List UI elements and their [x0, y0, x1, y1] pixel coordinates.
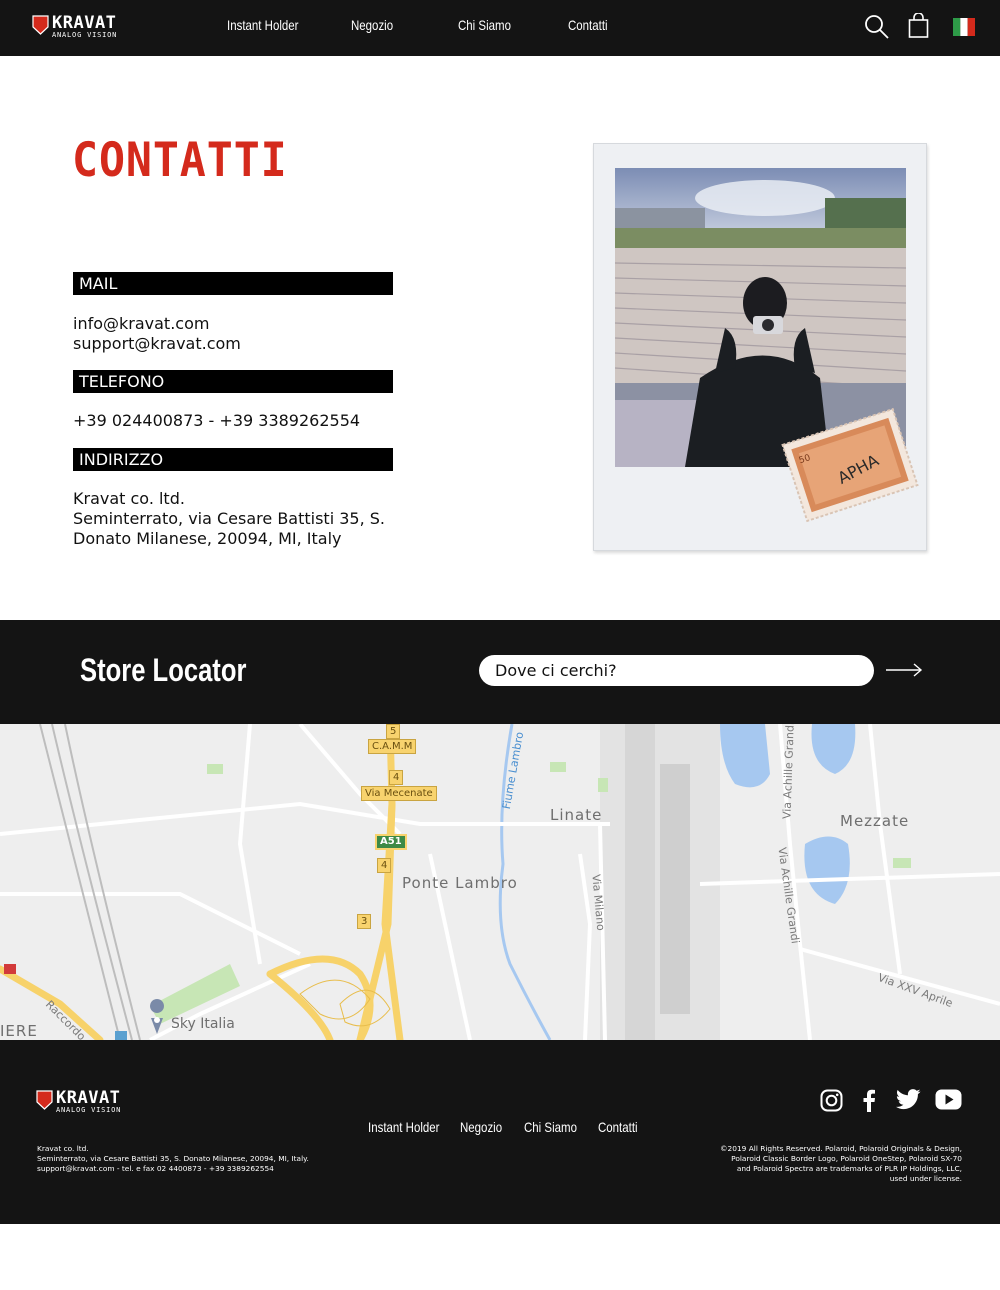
footer-legal: ©2019 All Rights Reserved. Polaroid, Pol…	[720, 1144, 962, 1184]
header-logo[interactable]: KRAVAT ANALOG VISION	[32, 15, 117, 40]
mail-address-support[interactable]: support@kravat.com	[73, 334, 241, 354]
youtube-icon[interactable]	[935, 1089, 962, 1110]
address-block: Kravat co. ltd. Seminterrato, via Cesare…	[73, 489, 385, 549]
footer-legal-line: Polaroid Classic Border Logo, Polaroid O…	[731, 1154, 962, 1163]
map-shield: 3	[357, 914, 372, 929]
map-shield: Via Mecenate	[361, 786, 437, 801]
nav-chi-siamo[interactable]: Chi Siamo	[458, 17, 511, 33]
polaroid-photo: 50 APHA	[593, 143, 927, 551]
map-place-mezzate: Mezzate	[840, 812, 910, 830]
store-locator-title: Store Locator	[80, 652, 247, 688]
site-header: KRAVAT ANALOG VISION Instant Holder Nego…	[0, 0, 1000, 56]
phone-label: TELEFONO	[73, 370, 393, 393]
address-line: Donato Milanese, 20094, MI, Italy	[73, 529, 342, 548]
map-shield: 4	[389, 770, 404, 785]
instagram-icon[interactable]	[820, 1089, 843, 1112]
nav-contatti[interactable]: Contatti	[568, 17, 608, 33]
mail-address-info[interactable]: info@kravat.com	[73, 314, 241, 334]
twitter-icon[interactable]	[896, 1089, 921, 1110]
store-map[interactable]: Linate Mezzate Ponte Lambro Sky Italia F…	[0, 724, 1000, 1040]
map-lake	[811, 724, 856, 774]
store-search-input[interactable]	[479, 655, 874, 686]
map-shield: 4	[377, 858, 392, 873]
map-place-sky-italia[interactable]: Sky Italia	[171, 1016, 235, 1032]
kravat-shield-icon	[32, 15, 49, 35]
footer-nav-contatti[interactable]: Contatti	[598, 1119, 638, 1135]
map-lake	[720, 724, 770, 788]
footer-legal-line: and Polaroid Spectra are trademarks of P…	[736, 1164, 962, 1173]
map-lake	[804, 836, 850, 904]
footer-company-info: Kravat co. ltd. Seminterrato, via Cesare…	[37, 1144, 309, 1174]
address-line: Seminterrato, via Cesare Battisti 35, S.	[73, 509, 386, 528]
logo-brand: KRAVAT	[52, 13, 117, 33]
map-shield: 5	[386, 724, 401, 739]
address-label: INDIRIZZO	[73, 448, 393, 471]
footer-company-line: Kravat co. ltd.	[37, 1144, 89, 1153]
map-place-ponte-lambro: Ponte Lambro	[402, 874, 518, 892]
map-place-linate: Linate	[550, 806, 603, 824]
footer-legal-line: used under license.	[889, 1174, 962, 1183]
logo-brand: KRAVAT	[56, 1088, 121, 1108]
footer-nav-negozio[interactable]: Negozio	[460, 1119, 502, 1135]
italian-flag-icon[interactable]	[953, 18, 975, 36]
footer-company-line: support@kravat.com - tel. e fax 02 44008…	[37, 1164, 274, 1173]
footer-logo[interactable]: KRAVAT ANALOG VISION	[36, 1090, 121, 1115]
map-shield-highway: A51	[375, 834, 407, 850]
map-shield: C.A.M.M	[368, 739, 417, 754]
footer-legal-line: ©2019 All Rights Reserved. Polaroid, Pol…	[720, 1144, 962, 1153]
mail-label: MAIL	[73, 272, 393, 295]
logo-tagline: ANALOG VISION	[52, 31, 118, 39]
nav-negozio[interactable]: Negozio	[351, 17, 393, 33]
phone-number[interactable]: +39 024400873 - +39 3389262554	[73, 411, 360, 431]
page-title: CONTATTI	[72, 133, 288, 188]
footer-company-line: Seminterrato, via Cesare Battisti 35, S.…	[37, 1154, 309, 1163]
mail-info: info@kravat.com support@kravat.com	[73, 314, 241, 354]
map-edge-label: IERE	[0, 1022, 38, 1040]
facebook-icon[interactable]	[862, 1089, 876, 1112]
site-footer: KRAVAT ANALOG VISION Instant Holder Nego…	[0, 1040, 1000, 1224]
store-locator-bar: Store Locator	[0, 620, 1000, 724]
footer-nav-chi-siamo[interactable]: Chi Siamo	[524, 1119, 577, 1135]
search-icon[interactable]	[864, 14, 890, 40]
cart-icon[interactable]	[908, 13, 929, 39]
nav-instant-holder[interactable]: Instant Holder	[227, 17, 298, 33]
address-line: Kravat co. ltd.	[73, 489, 185, 508]
kravat-shield-icon	[36, 1090, 53, 1110]
footer-nav-instant-holder[interactable]: Instant Holder	[368, 1119, 439, 1135]
arrow-right-icon[interactable]	[885, 660, 923, 680]
logo-tagline: ANALOG VISION	[56, 1106, 122, 1114]
